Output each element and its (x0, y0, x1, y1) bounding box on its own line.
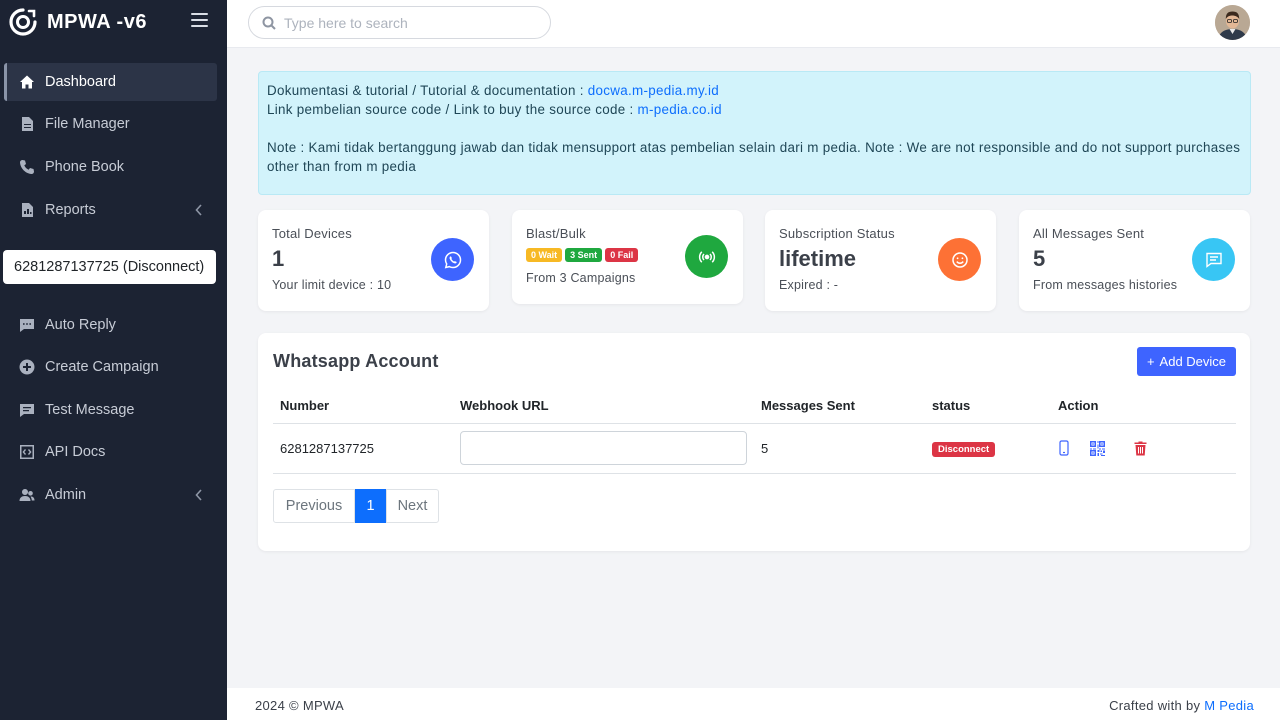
menu-toggle-icon[interactable] (191, 13, 208, 27)
total-devices-card: Total Devices 1 Your limit device : 10 (258, 210, 489, 311)
accounts-table: Number Webhook URL Messages Sent status … (273, 389, 1236, 474)
pagination: Previous 1 Next (273, 489, 439, 523)
cell-actions (1051, 423, 1236, 474)
fail-badge: 0 Fail (605, 248, 639, 262)
wait-badge: 0 Wait (526, 248, 563, 262)
smile-icon (938, 238, 981, 281)
table-row: 6281287137725 5 Disconnect (273, 423, 1236, 474)
sidebar-item-auto-reply[interactable]: Auto Reply (4, 306, 217, 344)
broadcast-icon (685, 235, 728, 278)
sidebar-item-label: Create Campaign (45, 359, 159, 375)
users-icon (19, 487, 35, 503)
footer: 2024 © MPWA Crafted with by M Pedia (227, 688, 1280, 720)
code-icon (19, 444, 35, 460)
app-name: MPWA -v6 (47, 10, 147, 33)
stat-sub: Your limit device : 10 (272, 278, 392, 292)
col-number: Number (273, 389, 453, 424)
plus-icon: + (1146, 354, 1155, 369)
report-icon (19, 202, 35, 218)
sidebar: MPWA -v6 Dashboard File Manager Phone Bo… (0, 0, 227, 720)
sidebar-item-admin[interactable]: Admin (4, 476, 217, 514)
sidebar-item-label: Phone Book (45, 159, 125, 175)
col-messages-sent: Messages Sent (754, 389, 925, 424)
cell-messages-sent: 5 (754, 423, 925, 474)
chat-dots-icon (19, 317, 35, 333)
device-selector[interactable]: 6281287137725 (Disconnect) (3, 250, 216, 284)
add-device-label: Add Device (1159, 354, 1227, 369)
phone-device-icon[interactable] (1058, 440, 1070, 456)
cell-number: 6281287137725 (273, 423, 453, 474)
chevron-left-icon (195, 489, 203, 501)
messages-sent-card: All Messages Sent 5 From messages histor… (1019, 210, 1250, 311)
info-notice: Dokumentasi & tutorial / Tutorial & docu… (258, 71, 1251, 195)
phone-icon (19, 159, 35, 175)
cell-webhook (453, 423, 754, 474)
whatsapp-account-panel: Whatsapp Account + Add Device Number Web… (258, 333, 1250, 551)
qr-code-icon[interactable] (1089, 440, 1105, 456)
stat-sub: Expired : - (779, 278, 839, 292)
previous-page-button[interactable]: Previous (273, 489, 355, 523)
footer-credit-text: Crafted with by (1109, 698, 1205, 713)
sidebar-item-label: Auto Reply (45, 317, 116, 333)
sidebar-item-file-manager[interactable]: File Manager (4, 105, 217, 143)
sidebar-item-label: Test Message (45, 402, 135, 418)
trash-icon[interactable] (1134, 441, 1147, 456)
footer-copyright: 2024 © MPWA (255, 698, 344, 713)
source-line: Link pembelian source code / Link to buy… (267, 100, 1242, 119)
col-status: status (925, 389, 1051, 424)
sidebar-item-label: Dashboard (45, 74, 116, 90)
docs-line: Dokumentasi & tutorial / Tutorial & docu… (267, 81, 1242, 100)
stat-sub: From messages histories (1033, 278, 1178, 292)
logo-icon (9, 8, 37, 36)
sidebar-item-label: API Docs (45, 444, 106, 460)
sidebar-item-dashboard[interactable]: Dashboard (4, 63, 217, 101)
footer-credit: Crafted with by M Pedia (1109, 698, 1254, 713)
sidebar-item-api-docs[interactable]: API Docs (4, 433, 217, 471)
panel-title: Whatsapp Account (273, 351, 439, 371)
next-page-button[interactable]: Next (386, 489, 439, 523)
webhook-url-input[interactable] (460, 431, 747, 465)
search-icon (262, 16, 276, 30)
sent-badge: 3 Sent (565, 248, 603, 262)
chat-icon (19, 402, 35, 418)
col-action: Action (1051, 389, 1236, 424)
subscription-card: Subscription Status lifetime Expired : - (765, 210, 996, 311)
blast-bulk-card: Blast/Bulk 0 Wait 3 Sent 0 Fail From 3 C… (512, 210, 743, 304)
table-header-row: Number Webhook URL Messages Sent status … (273, 389, 1236, 424)
col-webhook: Webhook URL (453, 389, 754, 424)
chevron-left-icon (195, 204, 203, 216)
topbar (227, 0, 1280, 48)
sidebar-item-reports[interactable]: Reports (4, 191, 217, 229)
page-1-button[interactable]: 1 (355, 489, 386, 523)
cell-status: Disconnect (925, 423, 1051, 474)
add-device-button[interactable]: + Add Device (1137, 347, 1236, 376)
sidebar-item-create-campaign[interactable]: Create Campaign (4, 348, 217, 386)
sidebar-item-label: Admin (45, 487, 87, 503)
sidebar-item-label: File Manager (45, 116, 130, 132)
source-link[interactable]: m-pedia.co.id (638, 102, 722, 117)
whatsapp-icon (431, 238, 474, 281)
plus-circle-icon (19, 359, 35, 375)
disclaimer-note: Note : Kami tidak bertanggung jawab dan … (267, 140, 1241, 174)
status-badge: Disconnect (932, 441, 996, 457)
sidebar-item-phone-book[interactable]: Phone Book (4, 148, 217, 186)
home-icon (19, 74, 35, 90)
message-icon (1192, 238, 1235, 281)
source-text: Link pembelian source code / Link to buy… (267, 102, 638, 117)
search-box (248, 6, 551, 39)
docs-text: Dokumentasi & tutorial / Tutorial & docu… (267, 83, 588, 98)
search-input[interactable] (284, 14, 534, 31)
brand: MPWA -v6 (0, 0, 227, 44)
file-icon (19, 116, 35, 132)
sidebar-item-label: Reports (45, 202, 96, 218)
sidebar-item-test-message[interactable]: Test Message (4, 391, 217, 429)
avatar[interactable] (1215, 5, 1250, 40)
docs-link[interactable]: docwa.m-pedia.my.id (588, 83, 719, 98)
footer-credit-link[interactable]: M Pedia (1204, 698, 1254, 713)
